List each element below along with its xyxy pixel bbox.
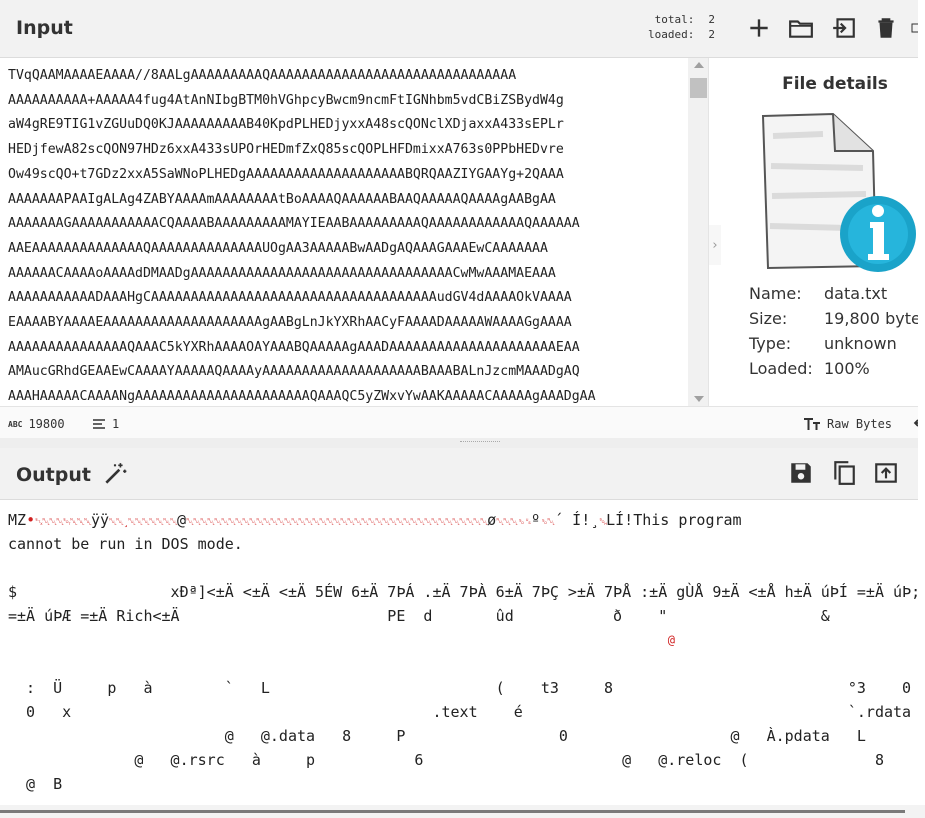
open-folder-button[interactable]	[786, 13, 816, 43]
import-icon	[833, 18, 855, 38]
copy-output-button[interactable]	[829, 458, 859, 488]
output-line-7: : Ü p à ` L ( t3 8 °3 0	[8, 679, 912, 697]
horizontal-scrollbar[interactable]	[0, 805, 925, 818]
panel-resize-divider[interactable]	[0, 438, 925, 448]
output-line-11: @ B	[8, 775, 63, 793]
file-size-value: 19,800 bytes	[824, 309, 925, 328]
loaded-value: 2	[708, 28, 715, 41]
line-count: 1	[112, 417, 120, 431]
collapse-details-handle[interactable]: ›	[709, 225, 721, 265]
replace-input-icon	[875, 463, 897, 483]
trash-icon	[878, 18, 894, 38]
clear-input-button[interactable]	[871, 13, 901, 43]
save-output-button[interactable]	[786, 458, 816, 488]
open-input-file-button[interactable]	[829, 13, 859, 43]
input-line: AAAAAAAPAAIgALAg4ZABYAAAAmAAAAAAAAtBoAAA…	[8, 191, 556, 207]
output-line-6	[8, 654, 674, 674]
input-line: AMAucGRhdGEAAEwCAAAAYAAAAAQAAAAyAAAAAAAA…	[8, 364, 580, 380]
input-line: AAAAAAAAAAADAAAHgCAAAAAAAAAAAAAAAAAAAAAA…	[8, 290, 572, 306]
resize-grip[interactable]	[460, 441, 500, 442]
input-scrollbar[interactable]	[688, 58, 708, 406]
file-details-title: File details	[782, 74, 888, 94]
total-label: total:	[654, 13, 695, 26]
output-textarea[interactable]: MZ•␃␀␀␀␄␀␀␀ÿÿ␀␀¸␀␀␀␀␀␀␀@␀␀␀␀␀␀␀␀␀␀␀␀␀␀␀␀…	[0, 500, 918, 805]
input-line: AAEAAAAAAAAAAAAAAQAAAAAAAAAAAAAAUOgAA3AA…	[8, 240, 548, 256]
output-line-5: @	[8, 633, 675, 647]
input-line: AAAAAAAAAA+AAAAA4fug4AtAnNIbgBTM0hVGhpcy…	[8, 92, 564, 108]
output-line-3: $ xÐª]<±Ä <±Ä <±Ä 5ÉW 6±Ä 7ÞÁ .±Ä 7ÞÀ 6±…	[8, 583, 918, 601]
right-edge	[918, 0, 925, 818]
lines-icon	[93, 419, 105, 429]
output-line-4: =±Ä úÞÆ =±Ä Rich<±Ä PE d ûd ð " & `	[8, 607, 918, 625]
output-line-8: 0 x .text é `.rdata ² 0	[8, 703, 918, 721]
output-line-10: @ @.rsrc à p 6 @ @.reloc ( 8	[8, 751, 884, 769]
input-title: Input	[16, 17, 73, 39]
horizontal-scroll-thumb[interactable]	[0, 810, 905, 813]
input-panel-header: Input total: 2 loaded: 2	[0, 0, 925, 58]
save-icon	[791, 463, 811, 483]
replace-input-button[interactable]	[871, 458, 901, 488]
file-type-label: Type:	[749, 334, 792, 353]
plus-icon	[750, 19, 768, 37]
output-line-9: @ @.data 8 P 0 @ À.pdata L 2	[8, 727, 918, 745]
folder-icon	[789, 20, 813, 38]
loaded-label: loaded:	[648, 28, 695, 41]
text-size-icon	[804, 418, 820, 430]
magic-wand-icon	[105, 463, 127, 484]
scroll-up-icon[interactable]	[694, 62, 704, 68]
input-textarea[interactable]: TVqQAAMAAAAEAAAA//8AALgAAAAAAAAAQAAAAAAA…	[0, 58, 709, 406]
abc-icon: ABC	[8, 419, 23, 429]
input-line: AAAAAAAGAAAAAAAAAAACQAAAABAAAAAAAAAMAYIE…	[8, 216, 580, 232]
output-line-1: MZ•␃␀␀␀␄␀␀␀ÿÿ␀␀¸␀␀␀␀␀␀␀@␀␀␀␀␀␀␀␀␀␀␀␀␀␀␀␀…	[8, 511, 742, 529]
encoding-selector[interactable]: Raw Bytes	[803, 417, 892, 431]
scroll-down-icon[interactable]	[694, 396, 704, 402]
copy-icon	[834, 461, 855, 485]
file-info-icon	[761, 112, 916, 272]
file-name-label: Name:	[749, 284, 802, 303]
file-loaded-label: Loaded:	[749, 359, 813, 378]
input-line: AAAAAACAAAAoAAAAdDMAADgAAAAAAAAAAAAAAAAA…	[8, 265, 556, 281]
input-status-bar: ABC 19800 1 Raw Bytes	[0, 406, 925, 438]
magic-button[interactable]	[100, 459, 130, 489]
input-line: AAAAAAAAAAAAAAAQAAAC5kYXRhAAAAOAYAAABQAA…	[8, 339, 580, 355]
output-panel-header: Output	[0, 448, 925, 500]
output-title: Output	[16, 464, 91, 486]
input-scroll-thumb[interactable]	[690, 78, 707, 98]
file-size-label: Size:	[749, 309, 788, 328]
output-line-2: cannot be run in DOS mode.	[8, 535, 243, 553]
file-loaded-value: 100%	[824, 359, 870, 378]
input-line: Ow49scQO+t7GDz2xxA5SaWNoPLHEDgAAAAAAAAAA…	[8, 166, 564, 182]
input-line: aW4gRE9TIG1vZGUuDQ0KJAAAAAAAAAB40KpdPLHE…	[8, 117, 564, 133]
input-line: TVqQAAMAAAAEAAAA//8AALgAAAAAAAAAQAAAAAAA…	[8, 68, 517, 83]
char-count: 19800	[28, 417, 65, 431]
input-line: AAAHAAAAACAAAANgAAAAAAAAAAAAAAAAAAAAAAQA…	[8, 389, 596, 405]
encoding-label: Raw Bytes	[827, 417, 893, 431]
add-input-button[interactable]	[744, 13, 774, 43]
file-details-panel: File details Name: data.txt Size: 19,800 b…	[722, 58, 925, 406]
input-line: HEDjfewA82scQON97HDz6xxA433sUPOrHEDmfZxQ…	[8, 142, 564, 158]
file-type-value: unknown	[824, 334, 897, 353]
input-text-content[interactable]: TVqQAAMAAAAEAAAA//8AALgAAAAAAAAAQAAAAAAA…	[8, 64, 684, 406]
total-value: 2	[708, 13, 715, 26]
file-name-value: data.txt	[824, 284, 888, 303]
input-counts: total: 2 loaded: 2	[648, 12, 715, 42]
input-line: EAAAABYAAAAEAAAAAAAAAAAAAAAAAAAAgAABgLnJ…	[8, 315, 572, 331]
